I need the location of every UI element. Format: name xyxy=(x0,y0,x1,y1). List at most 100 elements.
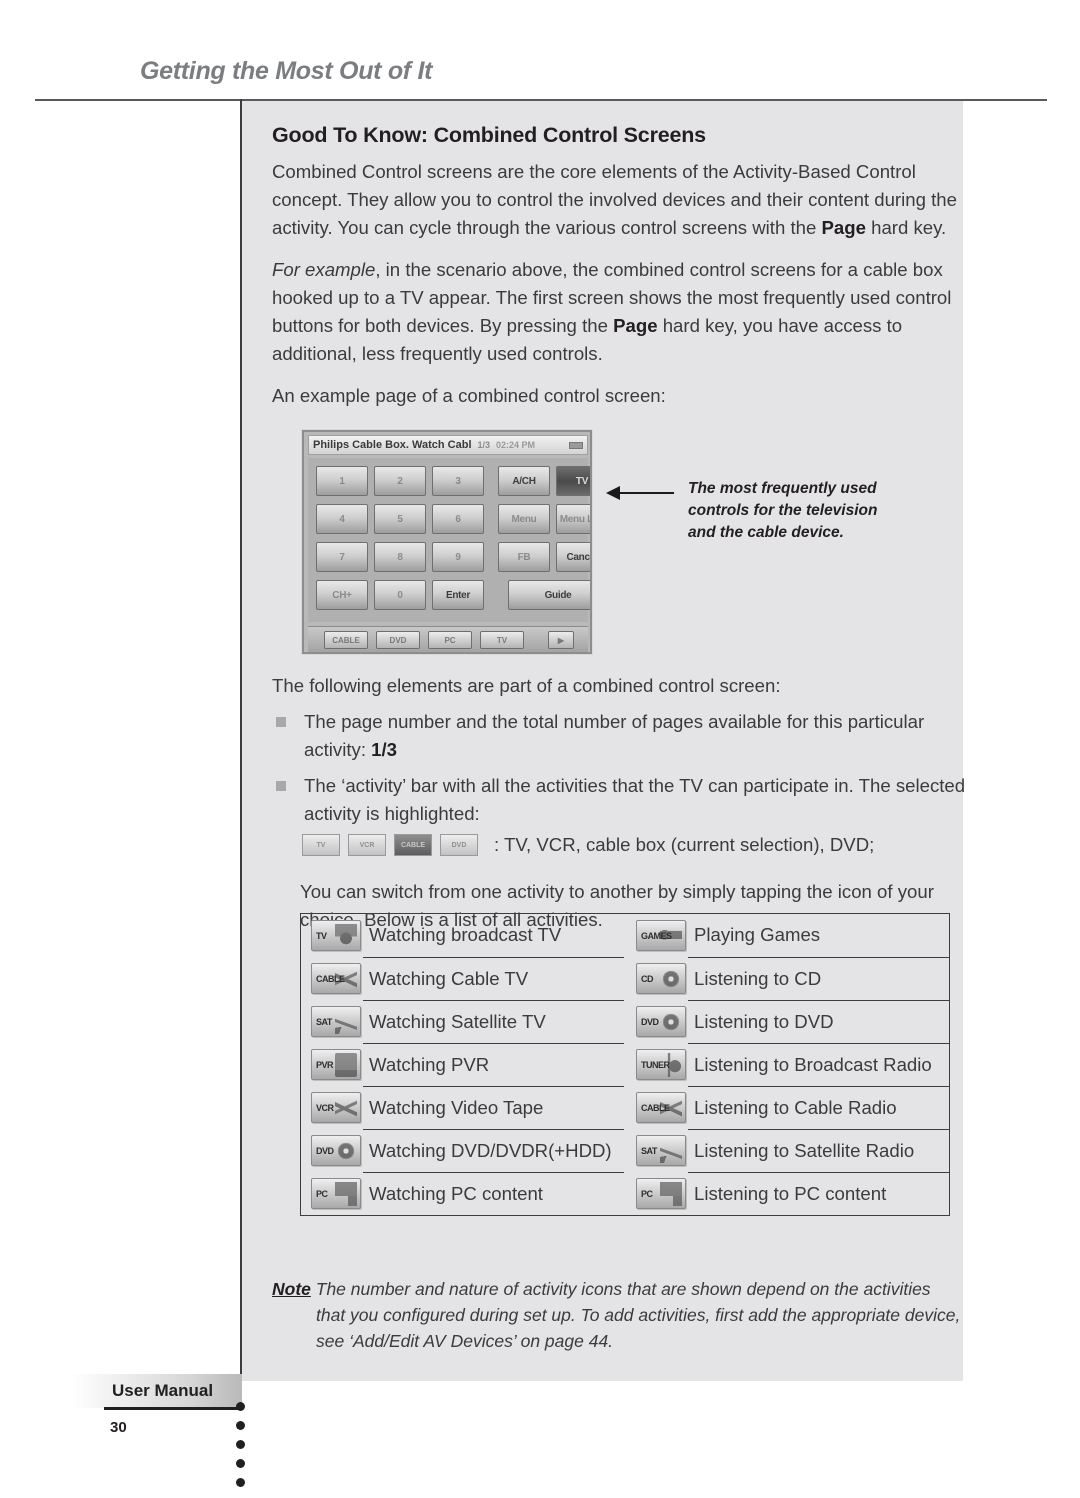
paragraph-example: For example, in the scenario above, the … xyxy=(272,256,972,368)
remote-key-ach[interactable]: A/CH xyxy=(498,466,550,496)
pvr-activity-icon[interactable]: PVR xyxy=(311,1049,361,1080)
callout-line-1: The most frequently used xyxy=(688,480,877,497)
activity-list-table: TV Watching broadcast TV GAMES Playing G… xyxy=(300,913,950,1216)
cd-activity-icon[interactable]: CD xyxy=(636,963,686,994)
cable-activity-icon[interactable]: CABLE xyxy=(311,963,361,994)
remote-key-menu[interactable]: Menu xyxy=(498,504,550,534)
remote-bar-cable-icon[interactable]: CABLE xyxy=(324,631,368,649)
bullet-activity-bar-text: The ‘activity’ bar with all the activiti… xyxy=(304,775,966,824)
dvd-mini-icon[interactable]: DVD xyxy=(440,834,478,856)
bullet-page-number-text: The page number and the total number of … xyxy=(304,708,972,764)
callout-arrow-icon xyxy=(606,486,674,500)
table-row: TV Watching broadcast TV GAMES Playing G… xyxy=(301,914,949,958)
activity-label: Listening to PC content xyxy=(694,1182,887,1204)
remote-title-text: Philips Cable Box. Watch Cabl xyxy=(313,439,472,451)
icon-tag: PC xyxy=(316,1188,328,1199)
tv-activity-icon[interactable]: TV xyxy=(311,920,361,951)
remote-key-tv[interactable]: TV xyxy=(556,466,590,496)
activity-label: Watching Satellite TV xyxy=(363,1000,624,1044)
table-row: PVR Watching PVR TUNER Listening to Broa… xyxy=(301,1043,949,1087)
satellite-activity-icon[interactable]: SAT xyxy=(311,1006,361,1037)
bullet1-value: 1/3 xyxy=(371,739,398,760)
remote-key-8[interactable]: 8 xyxy=(374,542,426,572)
icon-tag: PVR xyxy=(316,1059,334,1070)
note-label: Note xyxy=(272,1279,311,1299)
activity-icon-cell: CABLE xyxy=(301,957,363,1000)
remote-key-5[interactable]: 5 xyxy=(374,504,426,534)
cable-mini-icon[interactable]: CABLE xyxy=(394,834,432,856)
remote-key-3[interactable]: 3 xyxy=(432,466,484,496)
remote-key-menuleft[interactable]: Menu Left xyxy=(556,504,590,534)
games-activity-icon[interactable]: GAMES xyxy=(636,920,686,951)
activity-label: Listening to Cable Radio xyxy=(688,1086,949,1130)
remote-key-2[interactable]: 2 xyxy=(374,466,426,496)
remote-title-bar: Philips Cable Box. Watch Cabl 1/3 02:24 … xyxy=(308,435,588,455)
activity-icon-cell: CD xyxy=(626,957,688,1000)
page-next-icon[interactable]: ▶ xyxy=(548,631,574,649)
satellite-radio-glyph-icon xyxy=(660,1139,682,1163)
satellite-radio-activity-icon[interactable]: SAT xyxy=(636,1135,686,1166)
remote-key-0[interactable]: 0 xyxy=(374,580,426,610)
remote-key-guide[interactable]: Guide xyxy=(508,580,590,610)
remote-screen-image: Philips Cable Box. Watch Cabl 1/3 02:24 … xyxy=(302,430,592,654)
remote-bar-pc-icon[interactable]: PC xyxy=(428,631,472,649)
activity-label: Listening to CD xyxy=(688,957,949,1001)
user-manual-label: User Manual xyxy=(112,1381,214,1400)
content-panel: Good To Know: Combined Control Screens C… xyxy=(242,101,965,1381)
remote-bar-dvd-icon[interactable]: DVD xyxy=(376,631,420,649)
figure-combined-control-screen: Philips Cable Box. Watch Cabl 1/3 02:24 … xyxy=(272,430,972,662)
remote-key-chup[interactable]: CH+ xyxy=(316,580,368,610)
activity-icon-cell: TV xyxy=(301,914,363,957)
elements-intro: The following elements are part of a com… xyxy=(272,675,781,696)
note-line-1: The number and nature of activity icons … xyxy=(310,1279,931,1299)
bullet-activity-bar: The ‘activity’ bar with all the activiti… xyxy=(272,772,972,856)
dvd-glyph-icon xyxy=(660,1010,682,1034)
remote-key-6[interactable]: 6 xyxy=(432,504,484,534)
note-line-3: see ‘Add/Edit AV Devices’ on page 44. xyxy=(316,1331,614,1351)
pc-activity-icon[interactable]: PC xyxy=(311,1178,361,1209)
activity-icon-cell: PC xyxy=(301,1172,363,1215)
dvd-audio-activity-icon[interactable]: DVD xyxy=(636,1006,686,1037)
remote-key-4[interactable]: 4 xyxy=(316,504,368,534)
remote-key-1[interactable]: 1 xyxy=(316,466,368,496)
para1-bold-page: Page xyxy=(821,217,866,238)
tv-mini-icon[interactable]: TV xyxy=(302,834,340,856)
pc-audio-activity-icon[interactable]: PC xyxy=(636,1178,686,1209)
para2-italic-lead: For example xyxy=(272,259,376,280)
vcr-mini-icon[interactable]: VCR xyxy=(348,834,386,856)
bullet-page-number: The page number and the total number of … xyxy=(272,708,972,764)
icon-tag: SAT xyxy=(316,1016,332,1027)
remote-key-cancel[interactable]: Cancel xyxy=(556,542,590,572)
icon-tag: GAMES xyxy=(641,930,672,941)
activity-icon-cell: CABLE xyxy=(626,1086,688,1129)
remote-bar-tv-icon[interactable]: TV xyxy=(480,631,524,649)
callout-line-3: and the cable device. xyxy=(688,524,844,541)
remote-key-enter[interactable]: Enter xyxy=(432,580,484,610)
table-row: SAT Watching Satellite TV DVD Listening … xyxy=(301,1000,949,1044)
user-manual-tab: User Manual xyxy=(70,1374,242,1408)
remote-key-7[interactable]: 7 xyxy=(316,542,368,572)
vcr-activity-icon[interactable]: VCR xyxy=(311,1092,361,1123)
callout-text: The most frequently used controls for th… xyxy=(688,478,928,544)
activity-icon-cell: PC xyxy=(626,1172,688,1215)
activity-label: Watching Video Tape xyxy=(363,1086,624,1130)
activity-label: Watching DVD/DVDR(+HDD) xyxy=(363,1129,624,1173)
pvr-glyph-icon xyxy=(335,1053,357,1077)
table-row: DVD Watching DVD/DVDR(+HDD) SAT Listenin… xyxy=(301,1129,949,1173)
manual-page: Getting the Most Out of It Good To Know:… xyxy=(0,0,1080,1498)
icon-tag: PC xyxy=(641,1188,653,1199)
activity-icon-cell: GAMES xyxy=(626,914,688,957)
cable-radio-activity-icon[interactable]: CABLE xyxy=(636,1092,686,1123)
paragraph-example-page: An example page of a combined control sc… xyxy=(272,385,666,406)
icon-tag: TUNER xyxy=(641,1059,670,1070)
remote-key-9[interactable]: 9 xyxy=(432,542,484,572)
remote-page-indicator: 1/3 xyxy=(477,440,491,450)
activity-label: Listening to Satellite Radio xyxy=(688,1129,949,1173)
table-row: VCR Watching Video Tape CABLE Listening … xyxy=(301,1086,949,1130)
icon-tag: TV xyxy=(316,930,327,941)
icon-tag: SAT xyxy=(641,1145,657,1156)
remote-key-fb[interactable]: FB xyxy=(498,542,550,572)
dvd-activity-icon[interactable]: DVD xyxy=(311,1135,361,1166)
pc-audio-glyph-icon xyxy=(660,1182,682,1206)
tuner-activity-icon[interactable]: TUNER xyxy=(636,1049,686,1080)
